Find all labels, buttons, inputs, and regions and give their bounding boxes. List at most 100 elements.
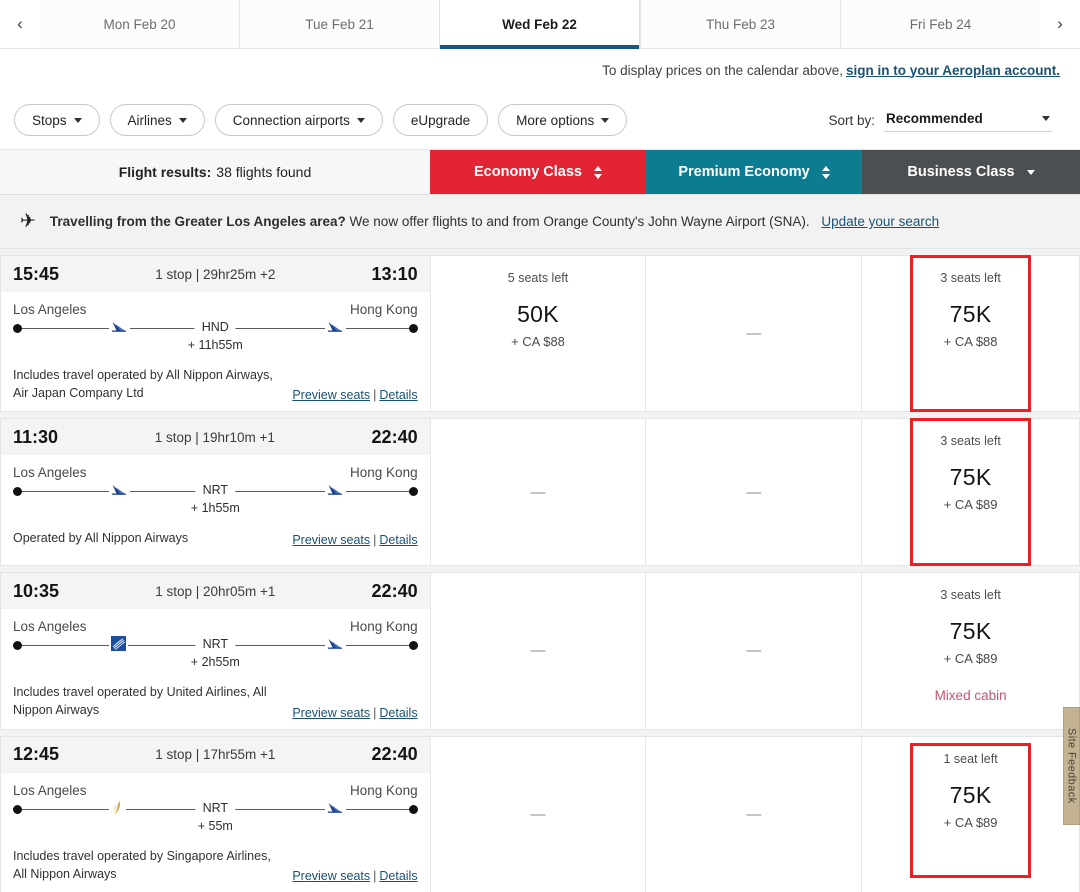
route-path: HND (13, 320, 418, 337)
flight-itinerary: 10:35 1 stop | 20hr05m +1 22:40 Los Ange… (1, 573, 431, 729)
update-search-link[interactable]: Update your search (821, 214, 939, 229)
chevron-down-icon (1042, 116, 1050, 121)
prev-dates-arrow[interactable]: ‹ (0, 0, 40, 48)
next-dates-arrow[interactable]: › (1040, 0, 1080, 48)
flight-route: Los Angeles Hong Kong NRT + 2h55m Includ… (1, 609, 430, 728)
promo-banner: ✈ Travelling from the Greater Los Angele… (0, 195, 1080, 249)
filter-chip-more-options[interactable]: More options (498, 104, 628, 136)
united-logo-icon (111, 636, 126, 655)
price-cell-premium-economy[interactable]: — (646, 736, 863, 892)
origin-city: Los Angeles (13, 465, 87, 481)
origin-city: Los Angeles (13, 782, 87, 798)
chevron-down-icon[interactable] (1026, 169, 1035, 175)
route-path: NRT (13, 483, 418, 500)
date-tabs: Mon Feb 20 Tue Feb 21 Wed Feb 22 Thu Feb… (40, 0, 1040, 49)
price-cell-business[interactable]: 3 seats left 75K + CA $89 (862, 418, 1079, 567)
sort-updown-icon[interactable] (821, 165, 830, 179)
price-cell-economy[interactable]: — (431, 573, 647, 729)
signin-link[interactable]: sign in to your Aeroplan account. (846, 63, 1060, 78)
seats-left-label: 3 seats left (940, 271, 1001, 285)
route-cities: Los Angeles Hong Kong (13, 465, 418, 480)
date-tab-label: Mon Feb 20 (103, 16, 176, 32)
preview-seats-link[interactable]: Preview seats (292, 706, 370, 720)
date-tab-label: Wed Feb 22 (502, 16, 577, 32)
itinerary-links: Preview seats | Details (292, 533, 418, 548)
cabin-label-economy: Economy Class (474, 164, 582, 180)
ana-wing-icon (111, 483, 128, 500)
no-availability-dash: — (530, 642, 546, 660)
date-tab-2[interactable]: Wed Feb 22 (439, 0, 640, 49)
details-link[interactable]: Details (379, 869, 417, 883)
price-cell-premium-economy[interactable]: — (646, 573, 863, 729)
price-cell-economy[interactable]: — (431, 419, 647, 566)
flight-duration-summary: 1 stop | 20hr05m +1 (155, 583, 276, 599)
no-availability-dash: — (746, 325, 762, 343)
operated-by-text: Includes travel operated by Singapore Ai… (13, 848, 271, 881)
route-cities: Los Angeles Hong Kong (13, 783, 418, 798)
date-tab-1[interactable]: Tue Feb 21 (239, 0, 439, 48)
price-cell-premium-economy[interactable]: — (646, 419, 863, 566)
flight-times-bar: 15:45 1 stop | 29hr25m +2 13:10 (1, 256, 430, 292)
destination-city: Hong Kong (350, 302, 418, 317)
seats-left-label: 3 seats left (940, 588, 1001, 603)
cabin-label-premium-economy: Premium Economy (678, 164, 810, 180)
cabin-column-business[interactable]: Business Class (862, 150, 1080, 194)
chevron-down-icon (356, 117, 365, 123)
filter-chip-label: Airlines (127, 112, 172, 128)
sort-select[interactable]: Recommended (884, 108, 1052, 132)
origin-city: Los Angeles (13, 619, 87, 635)
preview-seats-link[interactable]: Preview seats (292, 869, 370, 883)
flight-times-bar: 12:45 1 stop | 17hr55m +1 22:40 (1, 736, 430, 773)
price-cell-economy[interactable]: — (431, 736, 647, 892)
no-availability-dash: — (746, 483, 762, 501)
segment-airline-marker-1 (109, 636, 128, 655)
filter-chip-label: Stops (32, 112, 67, 128)
segment-airline-marker-2 (325, 638, 346, 654)
cash-surcharge: + CA $89 (943, 651, 998, 667)
flight-itinerary: 12:45 1 stop | 17hr55m +1 22:40 Los Ange… (1, 736, 431, 892)
destination-dot (408, 324, 418, 333)
segment-airline-marker-1 (109, 483, 130, 500)
signin-prompt-text: To display prices on the calendar above, (602, 62, 843, 78)
price-cell-business[interactable]: 3 seats left 75K + CA $88 (862, 255, 1079, 413)
preview-seats-link[interactable]: Preview seats (292, 533, 370, 547)
flight-route: Los Angeles Hong Kong HND + 11h55m Inclu… (1, 292, 430, 411)
price-cell-premium-economy[interactable]: — (646, 256, 863, 412)
stop-airport-code: NRT (195, 483, 236, 498)
price-cell-business[interactable]: 3 seats left 75K + CA $89 Mixed cabin (862, 573, 1079, 728)
cabin-header-row: Flight results: 38 flights found Economy… (0, 149, 1080, 195)
details-link[interactable]: Details (379, 706, 417, 720)
filter-chip-stops[interactable]: Stops (14, 104, 100, 136)
sort-updown-icon[interactable] (594, 165, 602, 179)
filter-chip-connection-airports[interactable]: Connection airports (214, 104, 383, 136)
date-tab-0[interactable]: Mon Feb 20 (40, 0, 239, 48)
details-link[interactable]: Details (379, 533, 417, 547)
date-tab-bar: ‹ Mon Feb 20 Tue Feb 21 Wed Feb 22 Thu F… (0, 0, 1080, 49)
cabin-column-premium-economy[interactable]: Premium Economy (646, 150, 862, 194)
preview-seats-link[interactable]: Preview seats (292, 388, 370, 402)
ana-wing-icon (327, 320, 344, 337)
price-cell-economy[interactable]: 5 seats left 50K + CA $88 (431, 256, 647, 412)
itinerary-links: Preview seats | Details (292, 868, 418, 883)
destination-dot (408, 641, 418, 651)
signin-prompt: To display prices on the calendar above,… (0, 49, 1080, 91)
flight-route: Los Angeles Hong Kong NRT + (1, 773, 430, 892)
sort-value: Recommended (886, 111, 983, 126)
promo-body: We now offer flights to and from Orange … (349, 214, 810, 229)
filter-chip-eupgrade[interactable]: eUpgrade (392, 104, 489, 136)
date-tab-3[interactable]: Thu Feb 23 (640, 0, 840, 48)
mixed-cabin-label: Mixed cabin (934, 688, 1007, 704)
date-tab-4[interactable]: Fri Feb 24 (840, 0, 1040, 48)
destination-dot (408, 804, 418, 814)
stop-airport-code: NRT (195, 800, 236, 815)
price-cell-business[interactable]: 1 seat left 75K + CA $89 (862, 737, 1079, 892)
filter-chip-airlines[interactable]: Airlines (109, 104, 205, 136)
origin-dot (13, 641, 22, 651)
route-path: NRT (13, 636, 418, 655)
site-feedback-tab[interactable]: Site Feedback (1063, 707, 1080, 825)
arrival-time: 22:40 (371, 426, 418, 447)
stop-airport-code: NRT (195, 637, 236, 652)
details-link[interactable]: Details (379, 388, 417, 402)
ana-wing-icon (327, 801, 344, 818)
cabin-column-economy[interactable]: Economy Class (430, 150, 646, 194)
